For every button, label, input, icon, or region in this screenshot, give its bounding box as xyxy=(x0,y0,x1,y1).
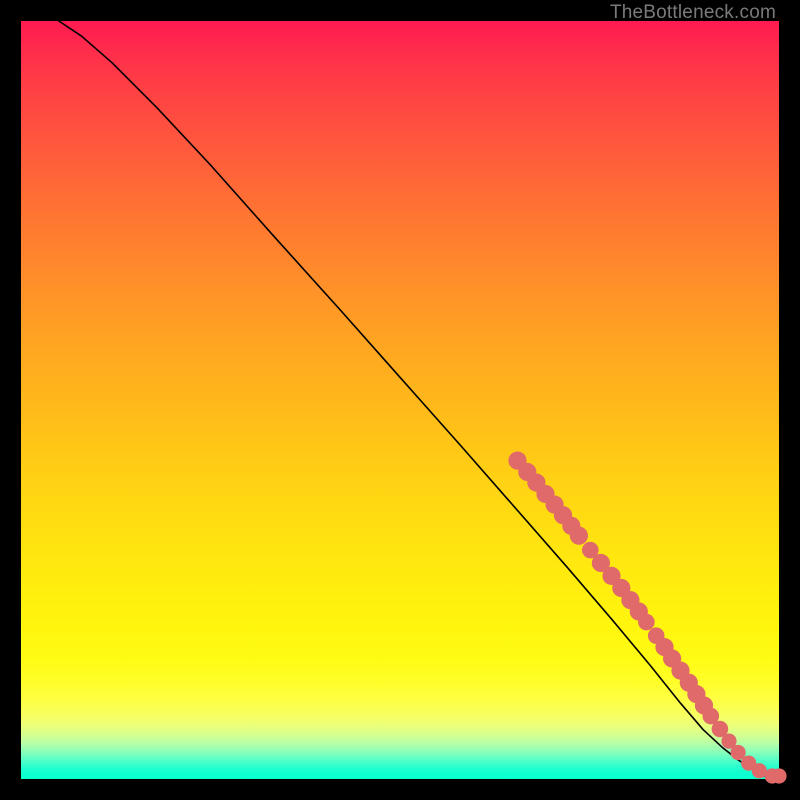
highlighted-beads xyxy=(508,452,786,784)
chart-frame: TheBottleneck.com xyxy=(0,0,800,800)
bead-point xyxy=(570,527,588,545)
chart-overlay xyxy=(21,21,779,779)
bead-point xyxy=(771,768,786,783)
watermark-text: TheBottleneck.com xyxy=(610,2,776,24)
bead-point xyxy=(638,614,655,631)
